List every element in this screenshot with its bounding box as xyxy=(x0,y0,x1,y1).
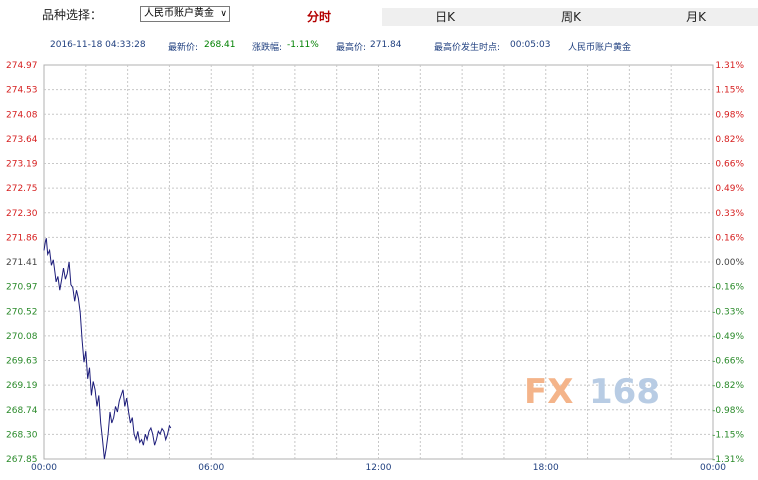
y-tick-label-right: -0.98% xyxy=(712,406,744,416)
y-tick-label-right: 0.49% xyxy=(715,184,744,194)
y-tick-label-left: 269.63 xyxy=(6,357,38,367)
y-tick-label-right: 0.00% xyxy=(715,258,744,268)
y-tick-label-left: 270.52 xyxy=(6,307,38,317)
y-tick-label-left: 274.53 xyxy=(6,86,38,96)
watermark-fx: FX xyxy=(524,372,573,412)
y-tick-label-right: -0.33% xyxy=(712,307,744,317)
x-tick-label: 06:00 xyxy=(198,463,224,473)
y-tick-label-left: 268.30 xyxy=(6,430,38,440)
x-tick-label: 00:00 xyxy=(700,463,726,473)
y-tick-label-right: 0.33% xyxy=(715,209,744,219)
y-tick-label-right: -0.66% xyxy=(712,357,744,367)
x-tick-label: 12:00 xyxy=(366,463,392,473)
y-tick-label-left: 271.86 xyxy=(6,233,38,243)
y-tick-label-left: 274.97 xyxy=(6,61,38,71)
x-tick-label: 18:00 xyxy=(533,463,559,473)
y-tick-label-right: 0.98% xyxy=(715,110,744,120)
y-axis-left: 274.97 274.53 274.08 273.64 273.19 272.75 272.… xyxy=(6,61,38,465)
y-tick-label-right: -1.15% xyxy=(712,430,744,440)
y-tick-label-right: -0.49% xyxy=(712,332,744,342)
y-tick-label-left: 273.19 xyxy=(6,160,38,170)
y-tick-label-right: -0.16% xyxy=(712,283,744,293)
y-tick-label-right: 0.82% xyxy=(715,135,744,145)
y-axis-right: 1.31% 1.15% 0.98% 0.82% 0.66% 0.49% 0.33% 0.16%… xyxy=(712,61,744,465)
y-tick-label-left: 270.97 xyxy=(6,283,38,293)
y-tick-label-left: 269.19 xyxy=(6,381,38,391)
y-tick-label-left: 271.41 xyxy=(6,258,38,268)
price-series-line xyxy=(43,238,172,460)
y-tick-label-right: 0.66% xyxy=(715,160,744,170)
y-tick-label-right: 0.16% xyxy=(715,233,744,243)
watermark-168: 168 xyxy=(589,372,660,412)
y-tick-label-left: 268.74 xyxy=(6,406,38,416)
y-tick-label-left: 270.08 xyxy=(6,332,38,342)
y-tick-label-left: 272.75 xyxy=(6,184,38,194)
x-tick-label: 00:00 xyxy=(31,463,57,473)
y-tick-label-left: 273.64 xyxy=(6,135,38,145)
y-tick-label-left: 272.30 xyxy=(6,209,38,219)
x-axis: 00:00 06:00 12:00 18:00 00:00 xyxy=(31,463,726,473)
y-tick-label-left: 274.08 xyxy=(6,110,38,120)
intraday-chart: 274.97 274.53 274.08 273.64 273.19 272.75 272.… xyxy=(6,61,744,473)
y-tick-label-right: 1.31% xyxy=(715,61,744,71)
y-tick-label-right: -0.82% xyxy=(712,381,744,391)
y-tick-label-right: 1.15% xyxy=(715,86,744,96)
